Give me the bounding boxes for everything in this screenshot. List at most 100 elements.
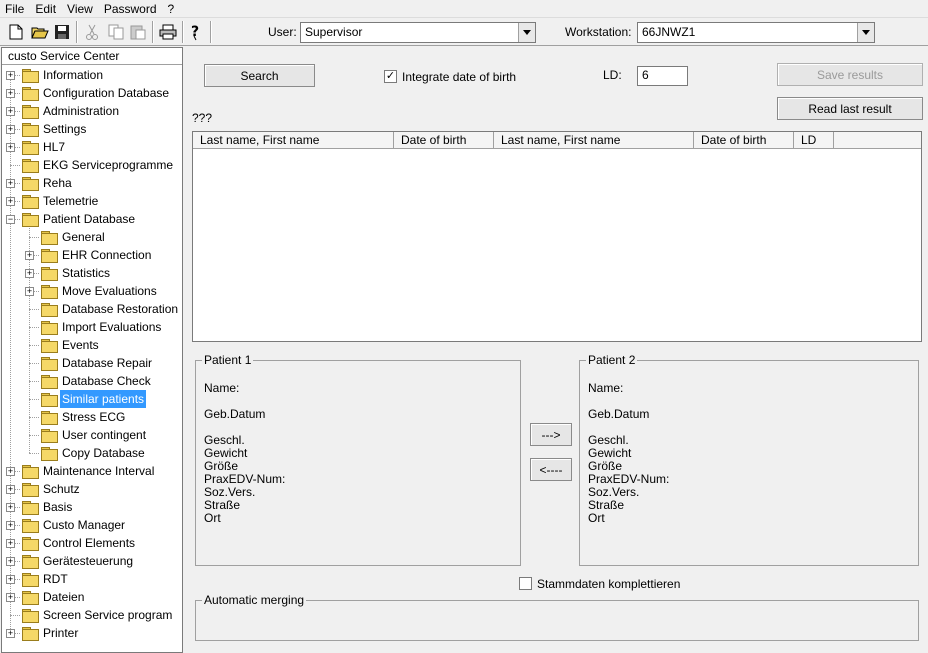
expand-icon[interactable]: +: [6, 593, 15, 602]
tree-item[interactable]: Schutz: [21, 480, 82, 498]
save-results-button[interactable]: Save results: [777, 63, 923, 86]
tree-item[interactable]: Settings: [21, 120, 88, 138]
column-header[interactable]: LD: [794, 132, 834, 149]
tree-item[interactable]: Telemetrie: [21, 192, 100, 210]
tree-item[interactable]: Control Elements: [21, 534, 137, 552]
move-right-button[interactable]: --->: [530, 423, 572, 446]
tree-item[interactable]: Information: [21, 66, 105, 84]
tree-item-label: Statistics: [62, 266, 111, 280]
tree-item[interactable]: Stress ECG: [40, 408, 127, 426]
expand-icon[interactable]: +: [6, 71, 15, 80]
tree-item[interactable]: Import Evaluations: [40, 318, 163, 336]
integrate-dob-checkbox[interactable]: ✓: [384, 70, 397, 83]
expand-icon[interactable]: +: [6, 485, 15, 494]
expand-icon[interactable]: +: [6, 557, 15, 566]
expand-icon[interactable]: +: [6, 143, 15, 152]
column-header[interactable]: Last name, First name: [494, 132, 694, 149]
expand-icon[interactable]: +: [6, 179, 15, 188]
move-left-button[interactable]: <----: [530, 458, 572, 481]
column-header[interactable]: Date of birth: [394, 132, 494, 149]
menu-file[interactable]: File: [0, 1, 30, 17]
folder-icon: [40, 428, 58, 443]
tree-item[interactable]: Database Restoration: [40, 300, 180, 318]
chevron-down-icon[interactable]: [857, 23, 874, 42]
expand-icon[interactable]: +: [6, 125, 15, 134]
read-last-result-button[interactable]: Read last result: [777, 97, 923, 120]
expand-icon[interactable]: +: [6, 539, 15, 548]
expand-icon[interactable]: +: [6, 107, 15, 116]
user-select[interactable]: Supervisor: [300, 22, 536, 43]
tree-item[interactable]: Statistics: [40, 264, 112, 282]
main-panel: Search ✓ Integrate date of birth LD: 6 S…: [185, 47, 928, 653]
expand-icon[interactable]: +: [6, 629, 15, 638]
tree-item[interactable]: Configuration Database: [21, 84, 171, 102]
tree-item-label: Similar patients: [60, 390, 147, 408]
tree-item-label: Stress ECG: [62, 410, 126, 424]
tree-item-label: User contingent: [62, 428, 147, 442]
collapse-icon[interactable]: −: [6, 215, 15, 224]
tree-item-label: EKG Serviceprogramme: [43, 158, 174, 172]
menu-edit[interactable]: Edit: [30, 1, 62, 17]
column-header[interactable]: Date of birth: [694, 132, 794, 149]
tree-item[interactable]: Database Repair: [40, 354, 154, 372]
workstation-select[interactable]: 66JNWZ1: [637, 22, 875, 43]
expand-icon[interactable]: +: [6, 197, 15, 206]
tree-item[interactable]: Administration: [21, 102, 121, 120]
tree-item[interactable]: Move Evaluations: [40, 282, 159, 300]
expand-icon[interactable]: +: [6, 89, 15, 98]
expand-icon[interactable]: +: [6, 467, 15, 476]
help-icon[interactable]: ?: [186, 22, 206, 42]
expand-icon[interactable]: +: [25, 287, 34, 296]
expand-icon[interactable]: +: [25, 251, 34, 260]
tree-item[interactable]: Custo Manager: [21, 516, 127, 534]
stammdaten-checkbox[interactable]: [519, 577, 532, 590]
tree-item[interactable]: User contingent: [40, 426, 148, 444]
menu-help[interactable]: ?: [163, 1, 181, 17]
new-icon[interactable]: [6, 22, 26, 42]
tree-item[interactable]: Similar patients: [40, 390, 147, 408]
tree-guide-line: [10, 75, 11, 633]
folder-icon: [21, 212, 39, 227]
tree-item[interactable]: Patient Database: [21, 210, 137, 228]
tree-item[interactable]: General: [40, 228, 107, 246]
tree-item[interactable]: Gerätesteuerung: [21, 552, 135, 570]
tree-item-label: Database Repair: [62, 356, 153, 370]
tree-item[interactable]: Basis: [21, 498, 74, 516]
folder-icon: [40, 284, 58, 299]
ld-input[interactable]: 6: [637, 66, 688, 86]
tree-item-label: EHR Connection: [62, 248, 152, 262]
tree-item[interactable]: Events: [40, 336, 101, 354]
tree-item[interactable]: Printer: [21, 624, 80, 642]
cut-icon: [82, 22, 102, 42]
expand-icon[interactable]: +: [6, 503, 15, 512]
tree-item[interactable]: Copy Database: [40, 444, 147, 462]
column-header[interactable]: Last name, First name: [193, 132, 394, 149]
tree-item[interactable]: Database Check: [40, 372, 153, 390]
tree-item-label: Import Evaluations: [62, 320, 162, 334]
chevron-down-icon[interactable]: [518, 23, 535, 42]
save-icon[interactable]: [52, 22, 72, 42]
expand-icon[interactable]: +: [6, 575, 15, 584]
tree-item[interactable]: Screen Service program: [21, 606, 174, 624]
tree-item[interactable]: RDT: [21, 570, 70, 588]
tree-item[interactable]: Dateien: [21, 588, 86, 606]
tree-item[interactable]: Reha: [21, 174, 74, 192]
tree-item[interactable]: EHR Connection: [40, 246, 153, 264]
search-button[interactable]: Search: [204, 64, 315, 87]
tree-guide-line: [10, 165, 20, 166]
open-icon[interactable]: [30, 22, 50, 42]
column-header-filler: [834, 132, 921, 149]
expand-icon[interactable]: +: [6, 521, 15, 530]
tree-item[interactable]: HL7: [21, 138, 67, 156]
patient2-city-label: Ort: [588, 511, 605, 525]
tree-item-label: Basis: [43, 500, 73, 514]
print-icon[interactable]: [158, 22, 178, 42]
expand-icon[interactable]: +: [25, 269, 34, 278]
similar-patients-table[interactable]: Last name, First name Date of birth Last…: [192, 131, 922, 342]
menu-password[interactable]: Password: [99, 1, 163, 17]
menu-view[interactable]: View: [62, 1, 99, 17]
patient1-legend: Patient 1: [204, 353, 252, 367]
tree-item[interactable]: EKG Serviceprogramme: [21, 156, 175, 174]
tree-item[interactable]: Maintenance Interval: [21, 462, 156, 480]
ld-label: LD:: [603, 68, 622, 82]
